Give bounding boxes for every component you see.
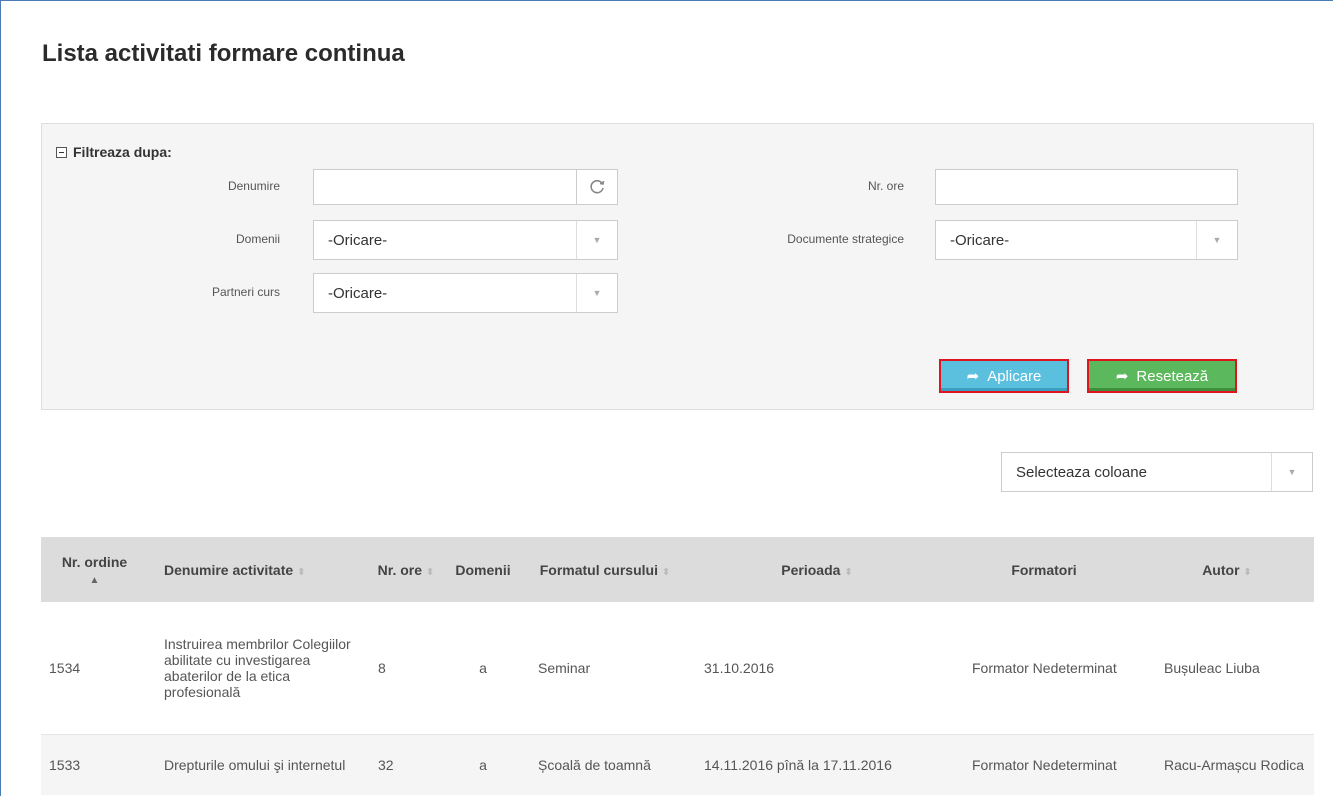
sort-icon[interactable]: ⬍ <box>662 567 670 578</box>
header-perioada[interactable]: Perioada ⬍ <box>686 537 948 602</box>
cell-ore: 32 <box>370 734 442 795</box>
parteneri-label: Partneri curs <box>211 285 280 299</box>
denumire-label: Denumire <box>227 179 280 193</box>
header-nr-ore[interactable]: Nr. ore ⬍ <box>370 537 442 602</box>
filter-panel: Filtreaza dupa: Denumire Nr. ore Domenii… <box>41 123 1314 410</box>
header-nr-ordine[interactable]: Nr. ordine ▲ <box>41 537 148 602</box>
header-label: Nr. ore <box>377 561 423 578</box>
cell-autor-link[interactable]: Bușuleac Liuba <box>1140 602 1314 735</box>
sort-icon[interactable]: ▲ <box>90 575 100 586</box>
parteneri-selected: -Oricare- <box>328 285 388 302</box>
header-label: Denumire activitate <box>164 561 294 578</box>
denumire-input[interactable] <box>313 169 618 205</box>
header-label: Autor <box>1202 561 1240 578</box>
cell-denumire-link[interactable]: Instruirea membrilor Colegiilor abilitat… <box>148 602 370 735</box>
header-label: Formatori <box>1011 561 1077 578</box>
cell-nr: 1533 <box>41 734 148 795</box>
apply-button[interactable]: ➦ Aplicare <box>939 359 1069 393</box>
cell-domenii: a <box>442 734 524 795</box>
header-label: Nr. ordine <box>61 553 128 570</box>
chevron-down-icon[interactable]: ▼ <box>576 221 617 259</box>
activities-table: Nr. ordine ▲ Denumire activitate ⬍ Nr. o… <box>41 537 1314 795</box>
cell-domenii: a <box>442 602 524 735</box>
table-row: 1533 Drepturile omului şi internetul 32 … <box>41 734 1314 795</box>
nr-ore-input[interactable] <box>935 169 1238 205</box>
filter-title: Filtreaza dupa: <box>73 144 172 160</box>
header-label: Domenii <box>455 561 511 578</box>
collapse-icon[interactable] <box>56 146 67 158</box>
table-row: 1534 Instruirea membrilor Colegiilor abi… <box>41 602 1314 735</box>
cell-autor-link[interactable]: Racu-Armașcu Rodica <box>1140 734 1314 795</box>
chevron-down-icon[interactable]: ▼ <box>1196 221 1237 259</box>
page-title: Lista activitati formare continua <box>42 40 405 67</box>
domenii-select[interactable]: -Oricare- ▼ <box>313 220 618 260</box>
share-arrow-icon: ➦ <box>1115 368 1129 385</box>
reset-button[interactable]: ➦ Resetează <box>1087 359 1237 393</box>
share-arrow-icon: ➦ <box>966 368 980 385</box>
chevron-down-icon[interactable]: ▼ <box>576 274 617 312</box>
cell-perioada: 14.11.2016 pînă la 17.11.2016 <box>686 734 948 795</box>
filter-toggle[interactable]: Filtreaza dupa: <box>56 144 172 160</box>
table-header-row: Nr. ordine ▲ Denumire activitate ⬍ Nr. o… <box>41 537 1314 602</box>
cell-format: Școală de toamnă <box>524 734 686 795</box>
sort-icon[interactable]: ⬍ <box>297 567 305 578</box>
domenii-selected: -Oricare- <box>328 232 388 249</box>
column-select-value: Selecteaza coloane <box>1016 464 1147 481</box>
column-select[interactable]: Selecteaza coloane ▼ <box>1001 452 1313 492</box>
reset-label: Resetează <box>1136 367 1209 385</box>
domenii-label: Domenii <box>235 232 280 246</box>
sort-icon[interactable]: ⬍ <box>844 567 852 578</box>
header-autor[interactable]: Autor ⬍ <box>1140 537 1314 602</box>
documente-selected: -Oricare- <box>950 232 1010 249</box>
sort-icon[interactable]: ⬍ <box>426 567 434 578</box>
cell-denumire-link[interactable]: Drepturile omului şi internetul <box>148 734 370 795</box>
header-label: Perioada <box>781 561 841 578</box>
documente-label: Documente strategice <box>787 232 904 246</box>
nr-ore-label: Nr. ore <box>867 179 904 193</box>
cell-ore: 8 <box>370 602 442 735</box>
chevron-down-icon[interactable]: ▼ <box>1271 453 1312 491</box>
cell-perioada: 31.10.2016 <box>686 602 948 735</box>
header-label: Formatul cursului <box>539 561 658 578</box>
cell-formatori: Formator Nedeterminat <box>948 602 1140 735</box>
documente-select[interactable]: -Oricare- ▼ <box>935 220 1238 260</box>
cell-nr: 1534 <box>41 602 148 735</box>
refresh-icon[interactable] <box>576 170 617 204</box>
parteneri-select[interactable]: -Oricare- ▼ <box>313 273 618 313</box>
header-formatori: Formatori <box>948 537 1140 602</box>
sort-icon[interactable]: ⬍ <box>1243 567 1251 578</box>
header-domenii: Domenii <box>442 537 524 602</box>
cell-format: Seminar <box>524 602 686 735</box>
header-denumire[interactable]: Denumire activitate ⬍ <box>148 537 370 602</box>
header-format[interactable]: Formatul cursului ⬍ <box>524 537 686 602</box>
cell-formatori: Formator Nedeterminat <box>948 734 1140 795</box>
apply-label: Aplicare <box>987 367 1042 385</box>
